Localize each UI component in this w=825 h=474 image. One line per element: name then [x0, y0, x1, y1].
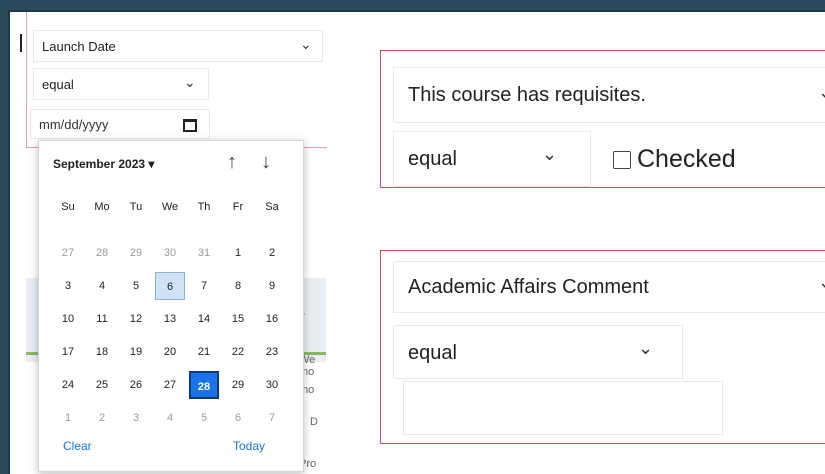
calendar-day[interactable]: 1 — [223, 239, 253, 267]
calendar-day[interactable]: 24 — [53, 371, 83, 399]
weekday-header: Fr — [232, 201, 244, 213]
weekday-header: Tu — [129, 201, 143, 213]
checked-checkbox[interactable] — [613, 151, 631, 169]
calendar-day[interactable]: 4 — [155, 404, 185, 432]
checkbox-label: Checked — [637, 145, 736, 173]
clear-button[interactable]: Clear — [63, 439, 92, 453]
calendar-day[interactable]: 18 — [87, 338, 117, 366]
calendar-day[interactable]: 28 — [87, 239, 117, 267]
weekday-header: Sa — [265, 201, 279, 213]
calendar-day[interactable]: 26 — [121, 371, 151, 399]
calendar-day[interactable]: 21 — [189, 338, 219, 366]
edge-marker — [20, 34, 22, 52]
calendar-day[interactable]: 25 — [87, 371, 117, 399]
calendar-day[interactable]: 15 — [223, 305, 253, 333]
calendar-day[interactable]: 10 — [53, 305, 83, 333]
chevron-down-icon: ⌄ — [542, 144, 558, 164]
calendar-day[interactable]: 27 — [155, 371, 185, 399]
date-input[interactable]: mm/dd/yyyy — [30, 109, 210, 139]
chevron-down-icon: ⌄ — [300, 36, 312, 52]
app-window: Launch Date ⌄ equal ⌄ mm/dd/yyyy › We mo… — [8, 10, 825, 474]
weekday-header: Su — [61, 201, 75, 213]
calendar-day[interactable]: 20 — [155, 338, 185, 366]
field-select-label: This course has requisites. — [408, 84, 646, 106]
calendar-day[interactable]: 1 — [53, 404, 83, 432]
calendar-day-selected[interactable]: 28 — [189, 371, 219, 399]
field-select-label: Launch Date — [42, 39, 116, 54]
weekday-header: We — [161, 201, 179, 213]
operator-select[interactable]: equal ⌄ — [33, 68, 209, 100]
chevron-down-icon: ⌄ — [818, 272, 825, 293]
today-button[interactable]: Today — [233, 439, 265, 453]
operator-select-label: equal — [408, 148, 457, 170]
arrow-down-icon[interactable]: ↓ — [261, 151, 271, 174]
calendar-day[interactable]: 7 — [257, 404, 287, 432]
calendar-day[interactable]: 30 — [155, 239, 185, 267]
date-picker-popup: September 2023 ▾ ↑ ↓ Clear Today Su Mo Tu W… — [38, 140, 304, 472]
operator-select[interactable]: equal ⌄ — [393, 325, 683, 379]
calendar-day[interactable]: 13 — [155, 305, 185, 333]
operator-select[interactable]: equal ⌄ — [393, 131, 591, 187]
comment-filter: Academic Affairs Comment ⌄ equal ⌄ — [380, 250, 825, 444]
operator-select-label: equal — [408, 342, 457, 364]
chevron-down-icon: ⌄ — [818, 82, 825, 103]
calendar-day[interactable]: 19 — [121, 338, 151, 366]
calendar-day[interactable]: 2 — [87, 404, 117, 432]
field-select[interactable]: This course has requisites. ⌄ — [393, 67, 825, 123]
calendar-day[interactable]: 12 — [121, 305, 151, 333]
calendar-day[interactable]: 5 — [189, 404, 219, 432]
calendar-day[interactable]: 9 — [257, 272, 287, 300]
field-select-label: Academic Affairs Comment — [408, 276, 649, 298]
operator-select-label: equal — [42, 77, 74, 92]
month-year-selector[interactable]: September 2023 ▾ — [53, 157, 154, 171]
calendar-day[interactable]: 3 — [53, 272, 83, 300]
calendar-day[interactable]: 30 — [257, 371, 287, 399]
peek-text-d: D — [310, 416, 318, 428]
requisites-filter: This course has requisites. ⌄ equal ⌄ Ch… — [380, 50, 825, 188]
calendar-day[interactable]: 7 — [189, 272, 219, 300]
calendar-day[interactable]: 16 — [257, 305, 287, 333]
calendar-day[interactable]: 22 — [223, 338, 253, 366]
calendar-day[interactable]: 29 — [121, 239, 151, 267]
calendar-day[interactable]: 5 — [121, 272, 151, 300]
comment-value-input[interactable] — [403, 381, 723, 435]
field-select[interactable]: Launch Date ⌄ — [33, 30, 323, 62]
calendar-day[interactable]: 11 — [87, 305, 117, 333]
calendar-day[interactable]: 3 — [121, 404, 151, 432]
weekday-header: Mo — [94, 201, 110, 213]
calendar-day[interactable]: 29 — [223, 371, 253, 399]
calendar-icon[interactable] — [183, 119, 197, 132]
calendar-day[interactable]: 4 — [87, 272, 117, 300]
arrow-up-icon[interactable]: ↑ — [227, 151, 237, 174]
chevron-down-icon: ⌄ — [638, 338, 654, 358]
calendar-day[interactable]: 31 — [189, 239, 219, 267]
calendar-day-today[interactable]: 6 — [155, 272, 185, 300]
calendar-day[interactable]: 6 — [223, 404, 253, 432]
calendar-day[interactable]: 14 — [189, 305, 219, 333]
calendar-day[interactable]: 2 — [257, 239, 287, 267]
calendar-day[interactable]: 17 — [53, 338, 83, 366]
chevron-down-icon: ⌄ — [184, 74, 196, 90]
field-select[interactable]: Academic Affairs Comment ⌄ — [393, 261, 825, 313]
calendar-day[interactable]: 8 — [223, 272, 253, 300]
date-placeholder: mm/dd/yyyy — [39, 117, 109, 132]
weekday-header: Th — [197, 201, 211, 213]
calendar-day[interactable]: 23 — [257, 338, 287, 366]
calendar-day[interactable]: 27 — [53, 239, 83, 267]
